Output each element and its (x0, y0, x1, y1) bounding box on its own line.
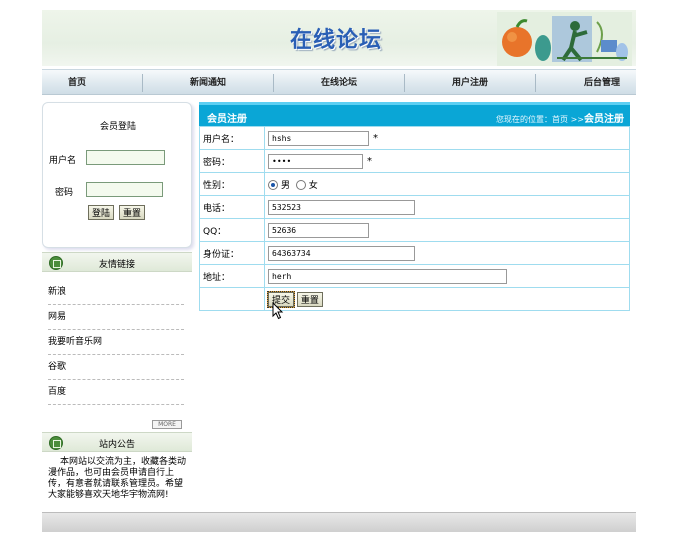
reset-button[interactable]: 重置 (296, 291, 323, 307)
form-row: QQ： (199, 218, 630, 242)
password-label: 密码 (55, 188, 74, 198)
friend-links-header: 友情链接 (42, 252, 192, 272)
address-input[interactable] (268, 268, 507, 284)
banner-illustration-icon (497, 12, 632, 66)
login-username-input[interactable] (86, 150, 165, 165)
username-label: 用户名 (49, 156, 77, 166)
register-panel-title: 会员注册 (207, 114, 247, 125)
friend-links-title: 友情链接 (98, 260, 135, 270)
nav-news[interactable]: 新闻通知 (143, 70, 273, 96)
phone-input[interactable] (268, 199, 415, 215)
gender-cell: 男 女 (264, 172, 630, 196)
friend-link[interactable]: 新浪 (48, 280, 184, 305)
form-row: 身份证： (199, 241, 630, 265)
register-panel-header: 会员注册 您现在的位置：首页 >>会员注册 (199, 102, 630, 126)
qq-label: QQ： (199, 218, 265, 242)
form-row: 地址： (199, 264, 630, 288)
main-nav: 首页 新闻通知 在线论坛 用户注册 后台管理 (42, 69, 636, 95)
login-title: 会员登陆 (99, 122, 136, 132)
nav-forum[interactable]: 在线论坛 (274, 70, 404, 96)
form-row: 性别： 男 女 (199, 172, 630, 196)
password-label: 密码： (199, 149, 265, 173)
site-title: 在线论坛 (290, 28, 383, 53)
friend-link[interactable]: 网易 (48, 305, 184, 330)
required-mark: * (373, 132, 378, 144)
id-card-input[interactable] (268, 245, 415, 261)
username-label: 用户名： (199, 126, 265, 150)
gender-male-label: 男 (281, 180, 291, 191)
friend-link[interactable]: 百度 (48, 380, 184, 405)
id-card-cell (264, 241, 630, 265)
username-input[interactable] (268, 130, 369, 146)
nav-register[interactable]: 用户注册 (405, 70, 535, 96)
breadcrumb: 您现在的位置：首页 >>会员注册 (496, 110, 624, 125)
gender-label: 性别： (199, 172, 265, 196)
footer-bar (42, 512, 636, 532)
form-row: 提交 重置 (199, 287, 630, 311)
qq-input[interactable] (268, 222, 369, 238)
submit-button[interactable]: 提交 (266, 290, 296, 308)
actions-cell: 提交 重置 (264, 287, 630, 311)
friend-link[interactable]: 我要听音乐网 (48, 330, 184, 355)
login-button[interactable]: 登陆 (88, 205, 115, 220)
breadcrumb-current: 会员注册 (584, 114, 624, 125)
notice-text: 本网站以交流为主，收藏各类动漫作品，也可由会员申请自行上传，有意者就请联系管理员… (48, 457, 187, 500)
notice-title: 站内公告 (98, 440, 135, 450)
login-reset-button[interactable]: 重置 (119, 205, 146, 220)
id-card-label: 身份证： (199, 241, 265, 265)
username-cell: * (264, 126, 630, 150)
gender-female-radio[interactable] (295, 180, 306, 190)
more-links-button[interactable]: MORE (152, 420, 182, 429)
address-label: 地址： (199, 264, 265, 288)
breadcrumb-prefix: 您现在的位置：首页 >> (496, 115, 584, 124)
login-box: 会员登陆 用户名 密码 登陆 重置 (42, 102, 192, 248)
phone-cell (264, 195, 630, 219)
sidebar: 会员登陆 用户名 密码 登陆 重置 友情链接 新浪 网易 我要听音乐网 谷歌 百… (42, 102, 192, 510)
nav-home[interactable]: 首页 (42, 70, 112, 96)
register-form: 用户名： * 密码： * 性别： 男 女 电话： (199, 126, 630, 311)
form-row: 电话： (199, 195, 630, 219)
gender-female-label: 女 (308, 180, 318, 191)
password-input[interactable] (268, 153, 363, 169)
login-password-input[interactable] (86, 182, 163, 197)
empty-cell (199, 287, 265, 311)
nav-admin[interactable]: 后台管理 (536, 70, 636, 96)
required-mark: * (367, 155, 372, 167)
password-cell: * (264, 149, 630, 173)
site-banner: 在线论坛 (42, 10, 636, 66)
address-cell (264, 264, 630, 288)
friend-link[interactable]: 谷歌 (48, 355, 184, 380)
qq-cell (264, 218, 630, 242)
form-row: 密码： * (199, 149, 630, 173)
form-row: 用户名： * (199, 126, 630, 150)
phone-label: 电话： (199, 195, 265, 219)
gender-male-radio[interactable] (268, 180, 278, 190)
notice-header: 站内公告 (42, 432, 192, 452)
